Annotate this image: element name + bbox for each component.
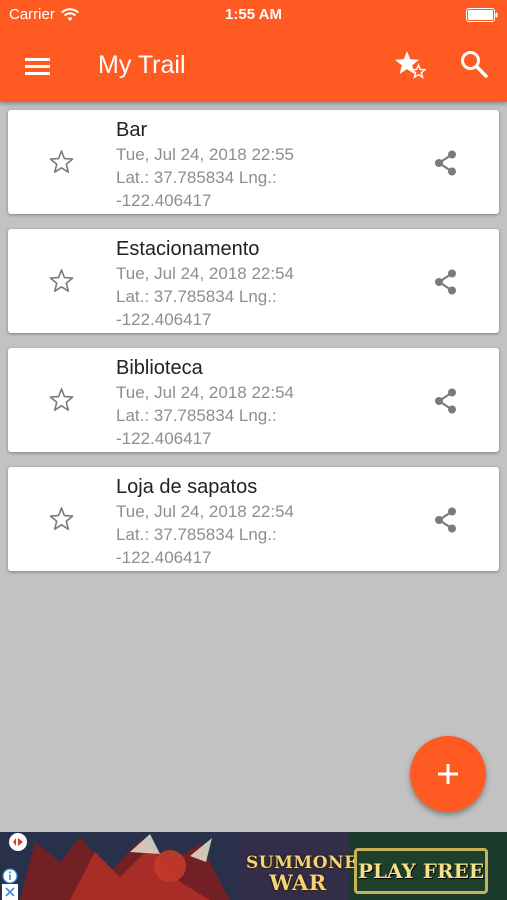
- menu-icon[interactable]: [23, 52, 53, 80]
- ad-logo-line2: WAR: [269, 870, 327, 895]
- trail-name: Loja de sapatos: [116, 476, 258, 498]
- star-outline-icon[interactable]: [48, 506, 75, 533]
- ad-game-logo: SUMMONERS WAR: [246, 854, 384, 895]
- star-outline-icon[interactable]: [48, 149, 75, 176]
- trail-coords-line1: Lat.: 37.785834 Lng.:: [116, 287, 277, 306]
- trail-name: Bar: [116, 119, 148, 141]
- close-icon[interactable]: [2, 884, 18, 900]
- trail-card-text: Loja de sapatos Tue, Jul 24, 2018 22:54 …: [116, 474, 376, 569]
- add-location-button[interactable]: [410, 736, 486, 812]
- share-icon[interactable]: [432, 506, 460, 534]
- info-icon[interactable]: [2, 868, 18, 884]
- trail-date: Tue, Jul 24, 2018 22:54: [116, 502, 295, 521]
- star-favorites-icon[interactable]: [394, 48, 426, 80]
- trail-coords-line1: Lat.: 37.785834 Lng.:: [116, 525, 277, 544]
- share-icon[interactable]: [432, 149, 460, 177]
- trail-coords-line2: -122.406417: [116, 429, 212, 448]
- battery-icon: [466, 8, 498, 22]
- trail-coords-line1: Lat.: 37.785834 Lng.:: [116, 406, 277, 425]
- trail-card-text: Estacionamento Tue, Jul 24, 2018 22:54 L…: [116, 236, 376, 331]
- trail-card[interactable]: Estacionamento Tue, Jul 24, 2018 22:54 L…: [8, 229, 499, 333]
- share-icon[interactable]: [432, 268, 460, 296]
- app-header: Carrier 1:55 AM My Trail: [0, 0, 507, 102]
- trail-card-text: Biblioteca Tue, Jul 24, 2018 22:54 Lat.:…: [116, 355, 376, 450]
- star-outline-icon[interactable]: [48, 387, 75, 414]
- star-outline-icon[interactable]: [48, 268, 75, 295]
- trail-name: Biblioteca: [116, 357, 203, 379]
- trail-card[interactable]: Loja de sapatos Tue, Jul 24, 2018 22:54 …: [8, 467, 499, 571]
- trail-coords-line2: -122.406417: [116, 191, 212, 210]
- plus-icon: [438, 764, 458, 784]
- ad-banner[interactable]: SUMMONERS WAR PLAY FREE: [0, 832, 507, 900]
- ad-play-free-button[interactable]: PLAY FREE: [354, 848, 488, 894]
- trail-card-text: Bar Tue, Jul 24, 2018 22:55 Lat.: 37.785…: [116, 117, 376, 212]
- status-time: 1:55 AM: [225, 6, 282, 23]
- search-icon[interactable]: [459, 49, 489, 79]
- trail-coords-line2: -122.406417: [116, 310, 212, 329]
- app-bar: My Trail: [0, 30, 507, 102]
- status-bar: Carrier 1:55 AM: [0, 0, 507, 30]
- trail-card[interactable]: Bar Tue, Jul 24, 2018 22:55 Lat.: 37.785…: [8, 110, 499, 214]
- trail-card[interactable]: Biblioteca Tue, Jul 24, 2018 22:54 Lat.:…: [8, 348, 499, 452]
- trail-coords-line2: -122.406417: [116, 548, 212, 567]
- trail-name: Estacionamento: [116, 238, 260, 260]
- trail-coords-line1: Lat.: 37.785834 Lng.:: [116, 168, 277, 187]
- app-title: My Trail: [98, 51, 186, 79]
- trail-list: Bar Tue, Jul 24, 2018 22:55 Lat.: 37.785…: [8, 110, 499, 586]
- trail-date: Tue, Jul 24, 2018 22:55: [116, 145, 295, 164]
- trail-date: Tue, Jul 24, 2018 22:54: [116, 264, 295, 283]
- trail-date: Tue, Jul 24, 2018 22:54: [116, 383, 295, 402]
- share-icon[interactable]: [432, 387, 460, 415]
